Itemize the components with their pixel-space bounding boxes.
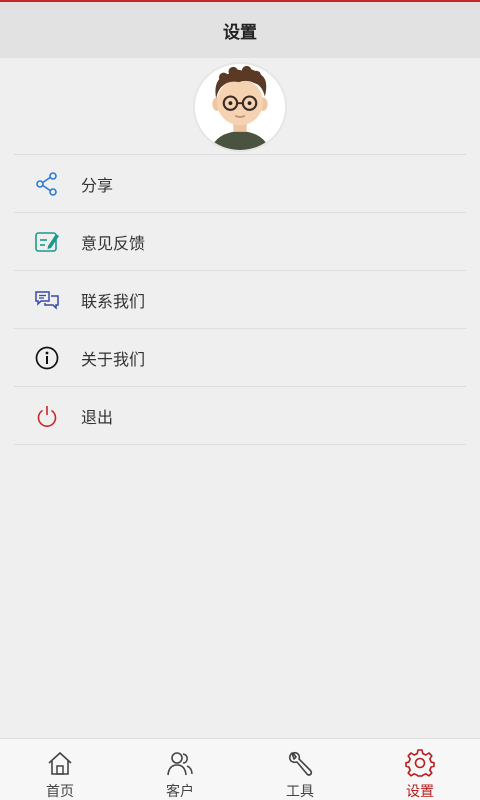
tab-home[interactable]: 首页: [0, 739, 120, 800]
chat-bubbles-icon: [34, 287, 60, 313]
info-icon: [34, 345, 60, 371]
tab-label: 首页: [46, 784, 74, 800]
menu-item-label: 分享: [81, 175, 114, 195]
menu-item-label: 意见反馈: [81, 233, 146, 253]
bottom-tab-bar: 首页 客户 工具 设置: [0, 738, 480, 800]
customers-icon: [165, 749, 195, 779]
settings-menu: 分享 意见反馈 联系我们 关于我们 退出: [14, 154, 466, 445]
tab-label: 设置: [406, 784, 434, 800]
tab-tools[interactable]: 工具: [240, 739, 360, 800]
tab-label: 客户: [166, 784, 194, 800]
menu-item-label: 联系我们: [81, 291, 146, 311]
page-title: 设置: [223, 22, 257, 43]
menu-item-logout[interactable]: 退出: [14, 387, 466, 445]
gear-icon: [405, 749, 435, 779]
share-icon: [34, 171, 60, 197]
menu-item-label: 退出: [81, 407, 114, 427]
menu-item-feedback[interactable]: 意见反馈: [14, 213, 466, 271]
menu-item-contact[interactable]: 联系我们: [14, 271, 466, 329]
header-bar: 设置: [0, 2, 480, 58]
feedback-edit-icon: [34, 229, 60, 255]
tab-settings[interactable]: 设置: [360, 739, 480, 800]
menu-item-about[interactable]: 关于我们: [14, 329, 466, 387]
home-icon: [45, 749, 75, 779]
menu-item-share[interactable]: 分享: [14, 155, 466, 213]
tab-customers[interactable]: 客户: [120, 739, 240, 800]
menu-item-label: 关于我们: [81, 349, 146, 369]
wrench-icon: [285, 749, 315, 779]
user-avatar-illustration: [195, 64, 285, 150]
avatar[interactable]: [193, 62, 287, 152]
tab-label: 工具: [286, 784, 314, 800]
power-icon: [34, 403, 60, 429]
